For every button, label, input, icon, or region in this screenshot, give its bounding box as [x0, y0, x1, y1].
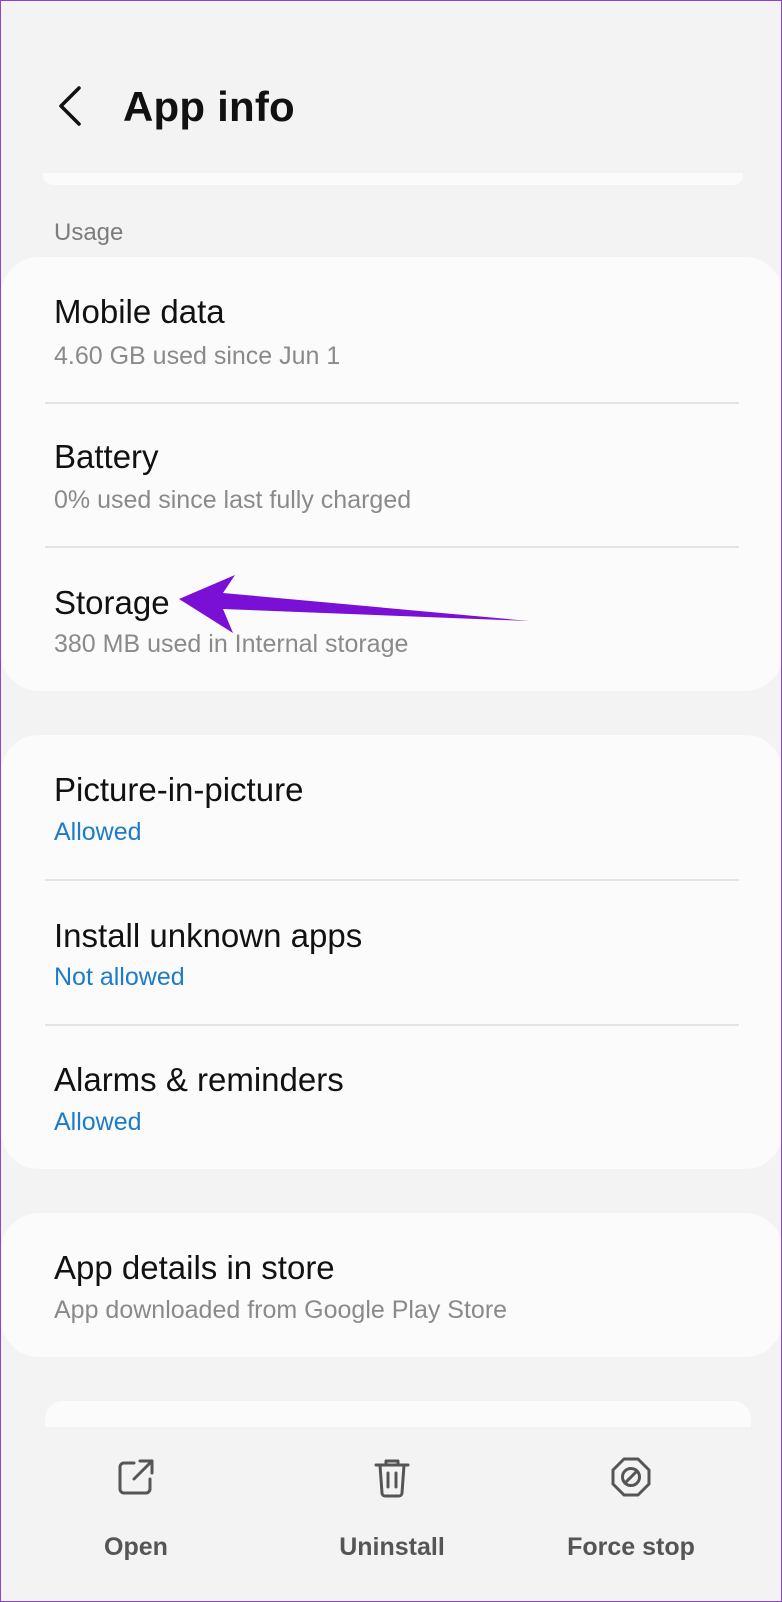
- list-item-title: Alarms & reminders: [54, 1061, 344, 1098]
- list-item-title: App details in store: [54, 1249, 335, 1286]
- uninstall-button[interactable]: Uninstall: [302, 1447, 482, 1577]
- list-item-install-unknown-apps[interactable]: Install unknown apps Not allowed: [1, 881, 781, 1024]
- uninstall-label: Uninstall: [339, 1533, 445, 1561]
- list-item-title: Mobile data: [54, 293, 225, 330]
- list-item-battery[interactable]: Battery 0% used since last fully charged: [1, 404, 781, 546]
- app-info-screen: App info Usage Mobile data 4.60 GB used …: [0, 0, 782, 1602]
- force-stop-button[interactable]: Force stop: [541, 1447, 721, 1577]
- list-item-status: Allowed: [54, 818, 142, 846]
- next-card-edge: [45, 1401, 751, 1427]
- section-label-usage: Usage: [54, 219, 124, 246]
- open-button[interactable]: Open: [46, 1447, 226, 1577]
- list-item-status: Not allowed: [54, 963, 185, 991]
- list-item-picture-in-picture[interactable]: Picture-in-picture Allowed: [1, 735, 781, 879]
- list-item-title: Battery: [54, 438, 159, 475]
- previous-card-edge: [43, 173, 743, 185]
- annotation-arrow: [177, 573, 537, 643]
- back-arrow-icon: [59, 86, 81, 126]
- open-label: Open: [104, 1533, 168, 1561]
- back-button[interactable]: [45, 81, 95, 131]
- list-item-title: Picture-in-picture: [54, 771, 304, 808]
- list-item-app-details-in-store[interactable]: App details in store App downloaded from…: [1, 1213, 781, 1357]
- store-card: App details in store App downloaded from…: [1, 1213, 781, 1357]
- list-item-subtitle: 0% used since last fully charged: [54, 486, 412, 514]
- list-item-alarms-reminders[interactable]: Alarms & reminders Allowed: [1, 1026, 781, 1169]
- force-stop-label: Force stop: [567, 1533, 695, 1561]
- open-external-icon: [118, 1459, 154, 1495]
- bottom-action-bar: Open Uninstall Force stop: [1, 1427, 781, 1601]
- list-item-title: Storage: [54, 584, 170, 621]
- list-item-subtitle: 4.60 GB used since Jun 1: [54, 342, 341, 370]
- list-item-title: Install unknown apps: [54, 917, 363, 954]
- permissions-card: Picture-in-picture Allowed Install unkno…: [1, 735, 781, 1169]
- page-title: App info: [123, 83, 295, 130]
- list-item-mobile-data[interactable]: Mobile data 4.60 GB used since Jun 1: [1, 257, 781, 402]
- list-item-subtitle: App downloaded from Google Play Store: [54, 1296, 508, 1324]
- list-item-status: Allowed: [54, 1108, 142, 1136]
- arrow-icon: [179, 575, 529, 633]
- top-app-bar: App info: [1, 61, 781, 151]
- trash-icon: [374, 1459, 410, 1498]
- stop-icon: [611, 1457, 651, 1497]
